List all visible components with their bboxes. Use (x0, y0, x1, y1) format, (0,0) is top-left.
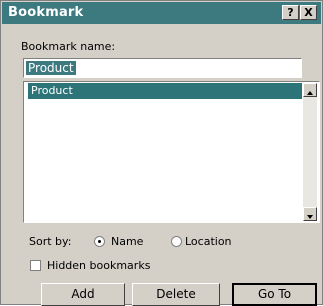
list-item[interactable]: Product (28, 83, 302, 99)
bookmark-name-label: Bookmark name: (21, 40, 116, 53)
bookmark-name-value: Product (26, 61, 76, 75)
help-button[interactable]: ? (282, 5, 299, 20)
list-scrollbar[interactable] (303, 83, 317, 221)
add-button[interactable]: Add (41, 283, 125, 306)
radio-selected-dot (98, 240, 101, 243)
title-bar[interactable]: Bookmark ? X (2, 2, 321, 24)
delete-button[interactable]: Delete (132, 283, 220, 306)
bookmark-dialog: Bookmark ? X Bookmark name: Product Prod… (0, 0, 323, 306)
sort-by-label: Sort by: (29, 235, 72, 248)
go-to-button[interactable]: Go To (232, 283, 317, 306)
hidden-bookmarks-checkbox[interactable] (30, 260, 41, 271)
arrow-down-icon (307, 215, 313, 219)
arrow-up-icon (307, 91, 313, 95)
dialog-title: Bookmark (8, 5, 84, 20)
sort-location-label[interactable]: Location (185, 235, 232, 248)
scroll-up-button[interactable] (303, 83, 317, 97)
sort-name-label[interactable]: Name (111, 235, 143, 248)
sort-name-radio[interactable] (94, 236, 105, 247)
sort-location-radio[interactable] (171, 236, 182, 247)
scroll-down-button[interactable] (303, 207, 317, 221)
hidden-bookmarks-label[interactable]: Hidden bookmarks (47, 259, 150, 272)
close-button[interactable]: X (300, 5, 317, 20)
bookmark-name-input[interactable]: Product (23, 58, 302, 78)
bookmark-list[interactable]: Product (23, 81, 320, 223)
